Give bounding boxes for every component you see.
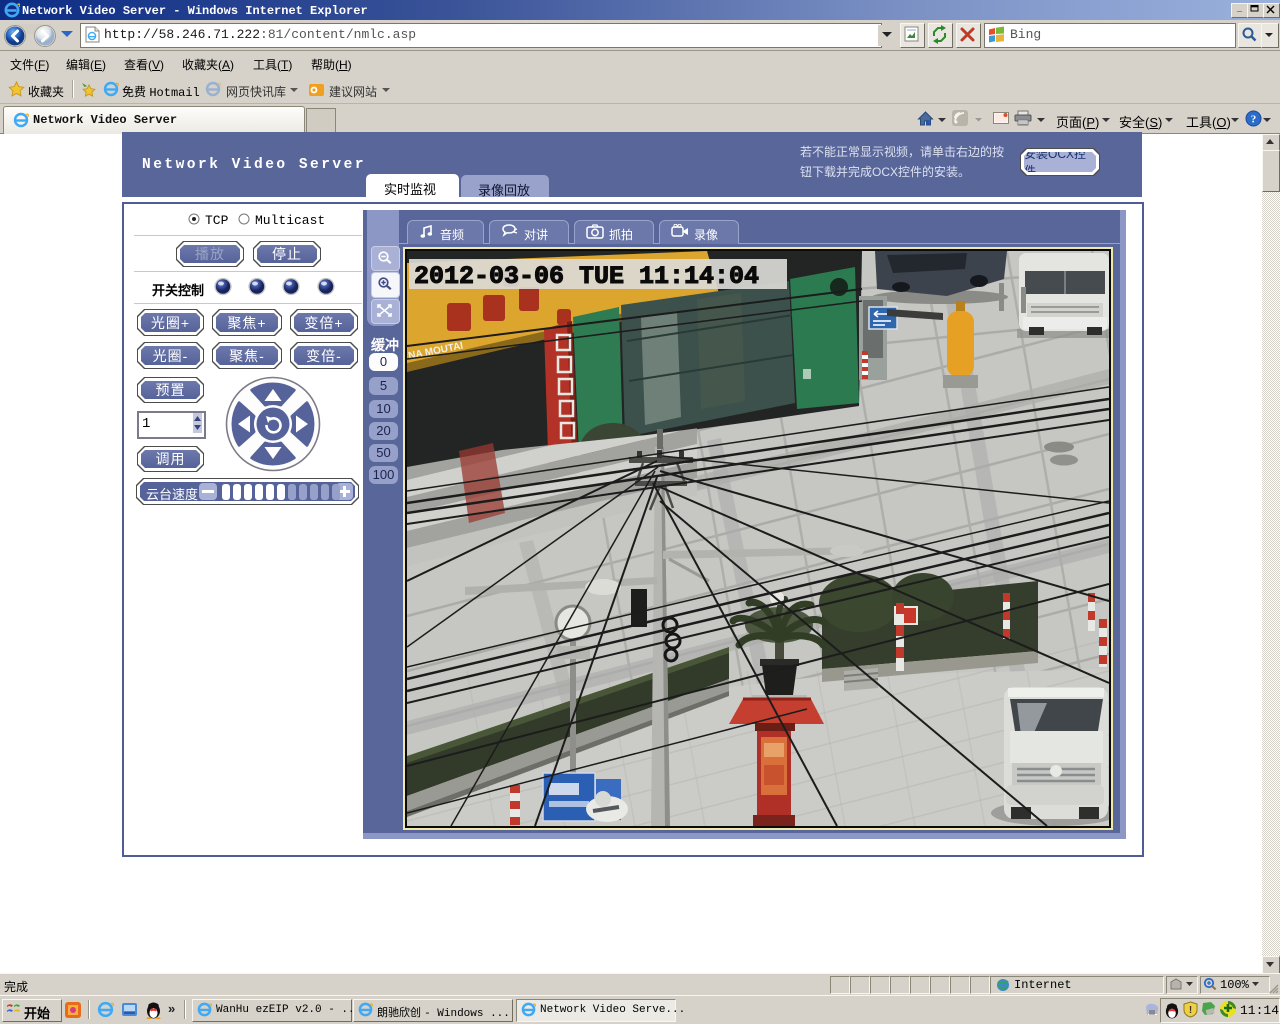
svg-text:!: !	[1189, 1005, 1192, 1016]
svg-text:2012-03-06 TUE 11:14:04: 2012-03-06 TUE 11:14:04	[414, 262, 759, 291]
svg-text:?: ?	[1251, 114, 1257, 126]
